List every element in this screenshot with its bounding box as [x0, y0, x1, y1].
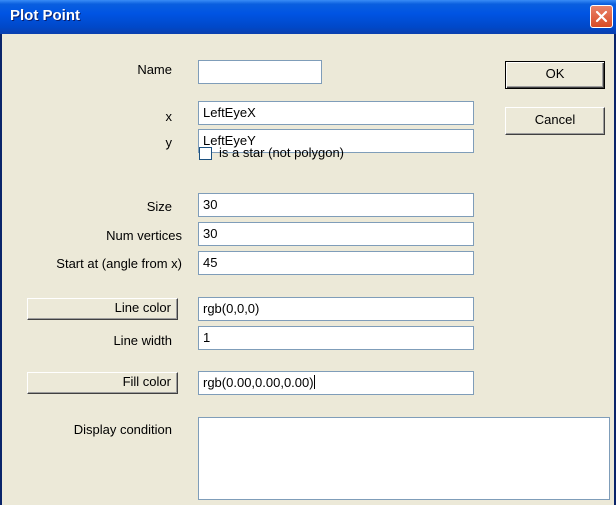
fill-color-field[interactable]: rgb(0.00,0.00,0.00)	[198, 371, 474, 395]
line-color-button[interactable]: Line color	[27, 298, 178, 320]
num-vertices-field[interactable]: 30	[198, 222, 474, 246]
size-label: Size	[146, 199, 172, 214]
title-bar: Plot Point	[0, 0, 616, 34]
fill-color-button[interactable]: Fill color	[27, 372, 178, 394]
close-icon	[595, 10, 608, 23]
name-label: Name	[137, 62, 172, 77]
line-color-field[interactable]: rgb(0,0,0)	[198, 297, 474, 321]
text-cursor	[313, 375, 315, 389]
is-star-checkbox[interactable]	[199, 147, 212, 160]
start-at-label: Start at (angle from x)	[56, 256, 182, 271]
num-vertices-label: Num vertices	[106, 228, 182, 243]
plot-point-dialog: Plot Point Name OK Cancel x LeftEyeX y L…	[0, 0, 616, 505]
start-at-field[interactable]: 45	[198, 251, 474, 275]
x-label: x	[165, 109, 173, 124]
is-star-label: is a star (not polygon)	[219, 145, 345, 160]
fill-color-value: rgb(0.00,0.00,0.00)	[203, 375, 314, 390]
size-field[interactable]: 30	[198, 193, 474, 217]
x-field[interactable]: LeftEyeX	[198, 101, 474, 125]
ok-button[interactable]: OK	[505, 61, 605, 89]
name-field[interactable]	[198, 60, 322, 84]
display-condition-label: Display condition	[73, 422, 172, 437]
display-condition-field[interactable]	[198, 417, 610, 500]
y-label: y	[165, 135, 173, 150]
cancel-button[interactable]: Cancel	[505, 107, 605, 135]
line-width-field[interactable]: 1	[198, 326, 474, 350]
window-title: Plot Point	[10, 7, 80, 24]
close-button[interactable]	[590, 5, 613, 28]
line-width-label: Line width	[113, 333, 172, 348]
